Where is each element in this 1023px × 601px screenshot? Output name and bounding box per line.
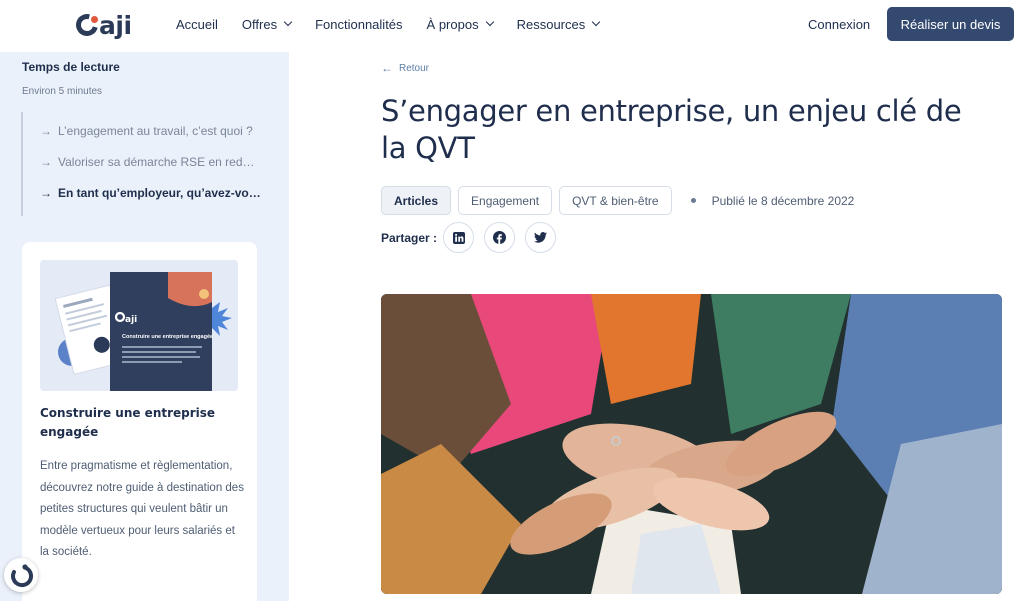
published-date: Publié le 8 décembre 2022 xyxy=(711,193,855,208)
tag-articles[interactable]: Articles xyxy=(381,186,452,215)
toc-rail xyxy=(21,112,23,216)
toc-item-label: Valoriser sa démarche RSE en red… xyxy=(58,155,255,169)
main-nav: Accueil Offres Fonctionnalités À propos … xyxy=(176,0,623,48)
guide-card[interactable]: aji Construire une entreprise engagée Co… xyxy=(22,242,257,601)
share-label: Partager : xyxy=(381,230,438,245)
toc-item-label: L’engagement au travail, c’est quoi ? xyxy=(58,124,253,138)
nav-item-ressources[interactable]: Ressources xyxy=(516,16,601,32)
logo-text: aji xyxy=(99,10,132,40)
share-bar: Partager : xyxy=(381,222,566,253)
sidebar: Temps de lecture Environ 5 minutes → L’e… xyxy=(0,52,289,601)
nav-item-offres[interactable]: Offres xyxy=(241,16,293,32)
nav-label: Accueil xyxy=(176,16,218,32)
login-link[interactable]: Connexion xyxy=(808,17,870,32)
back-link[interactable]: ← Retour xyxy=(381,61,429,75)
toc-title: Temps de lecture xyxy=(22,60,120,74)
guide-cover-logo: aji xyxy=(125,315,137,325)
separator-dot xyxy=(690,198,696,203)
logo[interactable]: aji xyxy=(71,9,132,41)
nav-label: Ressources xyxy=(516,16,586,32)
guide-cover-title: Construire une entreprise engagée xyxy=(122,334,213,340)
reading-time: Environ 5 minutes xyxy=(22,86,103,97)
back-label: Retour xyxy=(399,62,430,74)
guide-cover-image: aji Construire une entreprise engagée xyxy=(40,260,238,391)
toc-item[interactable]: → Valoriser sa démarche RSE en red… xyxy=(40,155,255,169)
guide-card-description: Entre pragmatisme et règlementation, déc… xyxy=(40,460,244,559)
arrow-left-icon: ← xyxy=(381,61,393,75)
arrow-right-icon: → xyxy=(40,186,52,200)
chat-widget-button[interactable] xyxy=(4,558,38,592)
article-hero-image xyxy=(381,294,1002,594)
site-header: aji Accueil Offres Fonctionnalités À pro… xyxy=(0,0,1023,52)
article-title: S’engager en entreprise, un enjeu clé de… xyxy=(381,94,962,165)
quote-button[interactable]: Réaliser un devis xyxy=(887,7,1014,41)
nav-label: À propos xyxy=(426,16,479,32)
guide-cover-illustration: aji Construire une entreprise engagée xyxy=(40,260,238,391)
nav-item-fonctionnalites[interactable]: Fonctionnalités xyxy=(315,17,402,32)
logo-mark-icon xyxy=(71,9,103,41)
tag-qvt[interactable]: QVT & bien-être xyxy=(559,186,672,215)
hands-together-photo xyxy=(381,294,1002,594)
chat-widget-icon xyxy=(11,564,34,588)
linkedin-icon xyxy=(452,231,465,244)
chevron-down-icon xyxy=(591,17,601,27)
nav-item-accueil[interactable]: Accueil xyxy=(176,17,218,32)
nav-label: Offres xyxy=(241,16,278,32)
nav-item-a-propos[interactable]: À propos xyxy=(426,16,494,32)
share-twitter-button[interactable] xyxy=(525,222,557,253)
article-tags: Articles Engagement QVT & bien-être Publ… xyxy=(381,186,854,215)
twitter-icon xyxy=(534,232,548,243)
toc-item-label: En tant qu’employeur, qu’avez-vo… xyxy=(58,186,261,200)
facebook-icon xyxy=(493,231,507,244)
arrow-right-icon: → xyxy=(40,124,52,138)
chevron-down-icon xyxy=(283,17,293,27)
chevron-down-icon xyxy=(485,17,494,27)
guide-card-title: Construire une entreprise engagée xyxy=(40,406,216,439)
share-facebook-button[interactable] xyxy=(484,222,516,253)
toc-item[interactable]: → L’engagement au travail, c’est quoi ? xyxy=(40,124,253,138)
tag-engagement[interactable]: Engagement xyxy=(458,186,553,215)
toc-item-active[interactable]: → En tant qu’employeur, qu’avez-vo… xyxy=(40,186,261,200)
arrow-right-icon: → xyxy=(40,155,52,169)
nav-label: Fonctionnalités xyxy=(315,16,403,32)
share-linkedin-button[interactable] xyxy=(443,222,475,253)
